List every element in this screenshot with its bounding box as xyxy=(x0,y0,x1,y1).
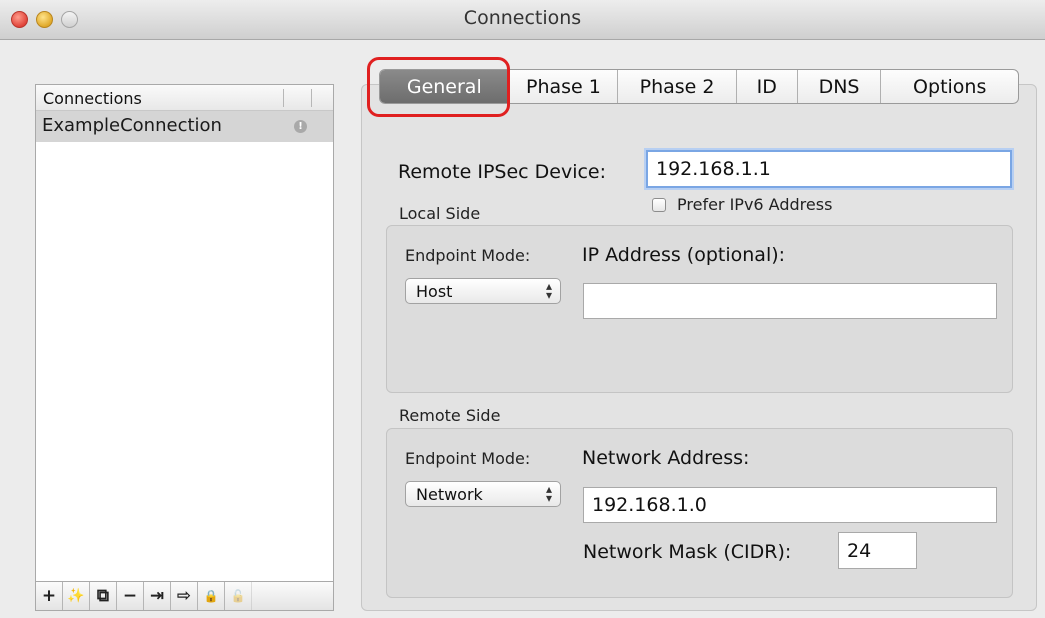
duplicate-icon: ⧉ xyxy=(96,586,110,606)
tab-phase-2[interactable]: Phase 2 xyxy=(618,70,737,103)
network-address-label: Network Address: xyxy=(582,447,750,469)
chevron-updown-icon: ▴ ▾ xyxy=(545,279,552,302)
tab-options[interactable]: Options xyxy=(881,70,1018,103)
list-item-exampleconnection[interactable]: ExampleConnection ! xyxy=(36,111,333,142)
lock-icon: 🔒 xyxy=(203,589,219,603)
network-address-input[interactable] xyxy=(583,487,997,523)
tab-phase-1[interactable]: Phase 1 xyxy=(510,70,619,103)
export-icon: ⇨ xyxy=(176,586,192,606)
list-item-label: ExampleConnection xyxy=(42,115,222,136)
remote-side-title: Remote Side xyxy=(399,406,501,425)
connections-list[interactable]: Connections ExampleConnection ! + ✨ ⧉ − … xyxy=(35,84,334,611)
remove-button[interactable]: − xyxy=(117,582,144,610)
unlock-button[interactable]: 🔓 xyxy=(225,582,252,610)
remote-device-input[interactable] xyxy=(646,150,1012,188)
ip-address-input[interactable] xyxy=(583,283,997,319)
ip-address-label: IP Address (optional): xyxy=(582,244,786,266)
tab-dns[interactable]: DNS xyxy=(798,70,882,103)
warning-icon: ! xyxy=(294,120,307,133)
title-bar: Connections xyxy=(0,0,1045,40)
duplicate-button[interactable]: ⧉ xyxy=(90,582,117,610)
local-endpoint-mode-select[interactable]: Host ▴ ▾ xyxy=(405,278,561,304)
wizard-button[interactable]: ✨ xyxy=(63,582,90,610)
minus-icon: − xyxy=(122,586,138,606)
plus-icon: + xyxy=(41,586,57,606)
list-header-label: Connections xyxy=(43,89,142,108)
list-toolbar: + ✨ ⧉ − ⇥ ⇨ 🔒 🔓 xyxy=(36,581,333,610)
remote-endpoint-mode-value: Network xyxy=(416,485,483,504)
column-divider[interactable] xyxy=(283,89,284,107)
window-title: Connections xyxy=(463,7,582,29)
prefer-ipv6-checkbox[interactable] xyxy=(652,198,666,212)
chevron-updown-icon: ▴ ▾ xyxy=(545,482,552,505)
export-button[interactable]: ⇨ xyxy=(171,582,198,610)
remote-endpoint-mode-label: Endpoint Mode: xyxy=(405,449,531,468)
add-button[interactable]: + xyxy=(36,582,63,610)
local-side-title: Local Side xyxy=(399,204,481,223)
highlight-annotation xyxy=(367,57,510,117)
prefer-ipv6-label: Prefer IPv6 Address xyxy=(677,195,833,214)
column-divider[interactable] xyxy=(311,89,312,107)
remote-device-label: Remote IPSec Device: xyxy=(398,161,607,183)
local-endpoint-mode-value: Host xyxy=(416,282,453,301)
magic-wand-icon: ✨ xyxy=(67,588,85,604)
lock-button[interactable]: 🔒 xyxy=(198,582,225,610)
unlock-icon: 🔓 xyxy=(230,589,246,603)
network-mask-input[interactable] xyxy=(838,532,917,569)
remote-endpoint-mode-select[interactable]: Network ▴ ▾ xyxy=(405,481,561,507)
import-icon: ⇥ xyxy=(149,586,165,606)
tab-id[interactable]: ID xyxy=(737,70,798,103)
local-endpoint-mode-label: Endpoint Mode: xyxy=(405,246,531,265)
network-mask-label: Network Mask (CIDR): xyxy=(583,541,792,563)
list-header: Connections xyxy=(36,85,333,111)
import-button[interactable]: ⇥ xyxy=(144,582,171,610)
